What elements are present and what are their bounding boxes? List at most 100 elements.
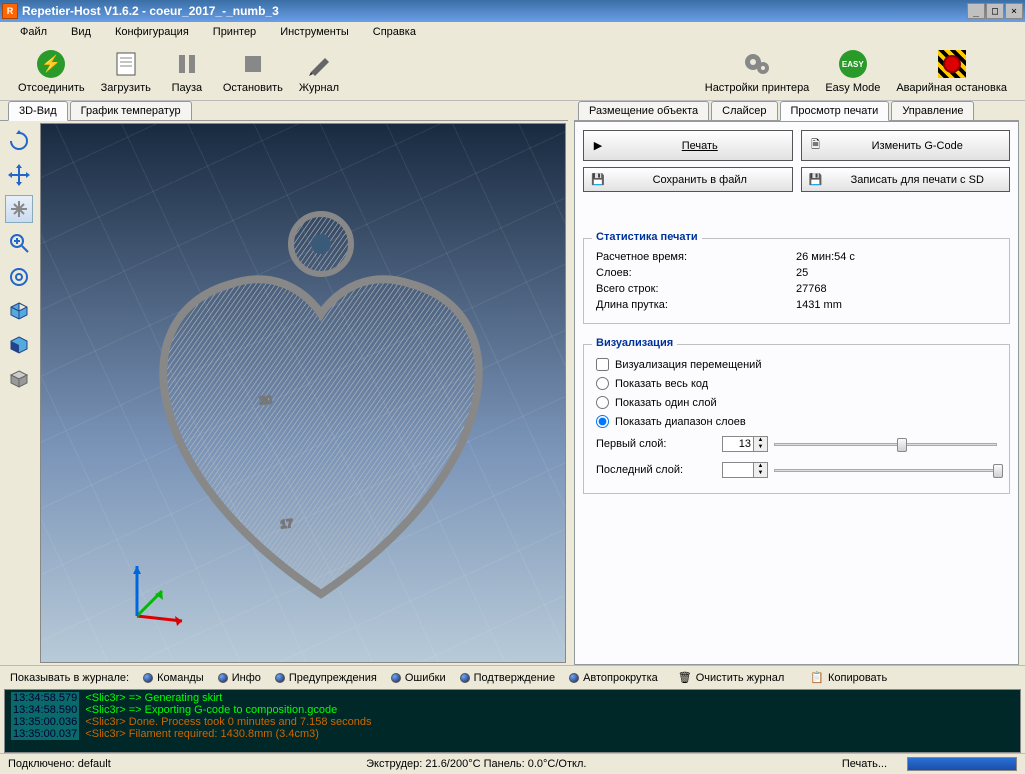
move-view-button[interactable] [5,161,33,189]
filter-autoscroll[interactable]: Автопрокрутка [569,672,658,684]
pause-icon [171,48,203,80]
top-view-button[interactable] [5,365,33,393]
filter-info[interactable]: Инфо [218,672,261,684]
menu-tools[interactable]: Инструменты [268,23,361,41]
last-layer-input[interactable] [723,463,753,477]
save-icon: 💾 [590,173,606,186]
log-filter-bar: Показывать в журнале: Команды Инфо Преду… [0,665,1025,689]
stat-time-value: 26 мин:54 с [796,251,855,263]
clear-log-button[interactable]: 🗑Очистить журнал [672,670,791,685]
tab-3d-view[interactable]: 3D-Вид [8,101,68,121]
window-title: Repetier-Host V1.6.2 - coeur_2017_-_numb… [22,4,967,18]
disconnect-button[interactable]: ⚡ Отсоединить [10,46,93,96]
menu-help[interactable]: Справка [361,23,428,41]
fit-view-button[interactable] [5,263,33,291]
stat-lines-label: Всего строк: [596,283,796,295]
easy-mode-button[interactable]: EASY Easy Mode [817,46,888,96]
status-idle: Печать... [842,758,887,770]
last-layer-spinner[interactable]: ▲▼ [722,462,768,478]
close-button[interactable]: × [1005,3,1023,19]
status-extruder: Экструдер: 21.6/200°C Панель: 0.0°C/Откл… [366,758,586,770]
stat-lines-value: 27768 [796,283,827,295]
menu-printer[interactable]: Принтер [201,23,268,41]
easy-icon: EASY [837,48,869,80]
edit-gcode-button[interactable]: 🗎 Изменить G-Code [801,130,1011,161]
play-icon: ▶ [590,139,606,152]
tab-print-preview[interactable]: Просмотр печати [780,101,890,121]
maximize-button[interactable]: □ [986,3,1004,19]
trash-icon: 🗑 [678,671,692,684]
last-layer-slider[interactable] [774,461,997,479]
save-file-button[interactable]: 💾 Сохранить в файл [583,167,793,192]
first-layer-spinner[interactable]: ▲▼ [722,436,768,452]
filter-warnings[interactable]: Предупреждения [275,672,377,684]
stat-layers-label: Слоев: [596,267,796,279]
left-tab-bar: 3D-Вид График температур [0,101,568,121]
print-stats-group: Статистика печати Расчетное время:26 мин… [583,238,1010,324]
log-console[interactable]: 13:34:58.579 <Slic3r> => Generating skir… [4,689,1021,753]
pencil-icon [303,48,335,80]
printer-settings-button[interactable]: Настройки принтера [697,46,818,96]
document-icon [110,48,142,80]
log-button[interactable]: Журнал [291,46,347,96]
filter-ack[interactable]: Подтверждение [460,672,555,684]
log-line: 13:35:00.036 <Slic3r> Done. Process took… [11,716,1014,728]
show-range-radio[interactable] [596,415,609,428]
print-button[interactable]: ▶ Печать [583,130,793,161]
spin-up-icon[interactable]: ▲ [753,437,767,444]
stat-layers-value: 25 [796,267,808,279]
menu-view[interactable]: Вид [59,23,103,41]
tab-object-placement[interactable]: Размещение объекта [578,101,709,120]
plug-icon: ⚡ [37,50,65,78]
emergency-stop-button[interactable]: Аварийная остановка [888,46,1015,96]
rotate-view-button[interactable] [5,127,33,155]
status-connection: Подключено: default [8,758,111,770]
stat-filament-label: Длина прутка: [596,299,796,311]
minimize-button[interactable]: _ [967,3,985,19]
pause-button[interactable]: Пауза [159,46,215,96]
axis-gizmo [117,556,197,636]
app-icon: R [2,3,18,19]
filter-errors[interactable]: Ошибки [391,672,446,684]
show-single-radio[interactable] [596,396,609,409]
first-layer-slider[interactable] [774,435,997,453]
menu-bar: Файл Вид Конфигурация Принтер Инструмент… [0,22,1025,42]
3d-viewport[interactable]: 20 17 [40,123,566,663]
gear-icon [741,48,773,80]
tab-slicer[interactable]: Слайсер [711,101,777,120]
log-line: 13:34:58.579 <Slic3r> => Generating skir… [11,692,1014,704]
visualization-group: Визуализация Визуализация перемещений По… [583,344,1010,494]
status-bar: Подключено: default Экструдер: 21.6/200°… [0,753,1025,774]
spin-down-icon[interactable]: ▼ [753,444,767,451]
first-layer-input[interactable] [723,437,753,451]
spin-up-icon[interactable]: ▲ [753,463,767,470]
stop-icon [237,48,269,80]
zoom-in-button[interactable] [5,229,33,257]
svg-text:20: 20 [259,394,272,407]
zoom-view-button[interactable] [5,195,33,223]
show-travel-checkbox[interactable] [596,358,609,371]
svg-text:17: 17 [280,518,293,531]
menu-config[interactable]: Конфигурация [103,23,201,41]
stat-filament-value: 1431 mm [796,299,842,311]
copy-log-button[interactable]: 📋Копировать [804,670,893,685]
log-line: 13:35:00.037 <Slic3r> Filament required:… [11,728,1014,740]
tab-temp-graph[interactable]: График температур [70,101,192,120]
view-toolbar [0,121,38,665]
progress-bar [907,757,1017,771]
right-tab-bar: Размещение объекта Слайсер Просмотр печа… [574,101,1019,121]
stop-button[interactable]: Остановить [215,46,291,96]
front-view-button[interactable] [5,331,33,359]
tab-control[interactable]: Управление [891,101,974,120]
spin-down-icon[interactable]: ▼ [753,470,767,477]
log-line: 13:34:58.590 <Slic3r> => Exporting G-cod… [11,704,1014,716]
isometric-button[interactable] [5,297,33,325]
menu-file[interactable]: Файл [8,23,59,41]
stat-time-label: Расчетное время: [596,251,796,263]
emergency-icon [936,48,968,80]
show-all-radio[interactable] [596,377,609,390]
filter-commands[interactable]: Команды [143,672,204,684]
save-sd-button[interactable]: 💾 Записать для печати с SD [801,167,1011,192]
load-button[interactable]: Загрузить [93,46,159,96]
title-bar: R Repetier-Host V1.6.2 - coeur_2017_-_nu… [0,0,1025,22]
